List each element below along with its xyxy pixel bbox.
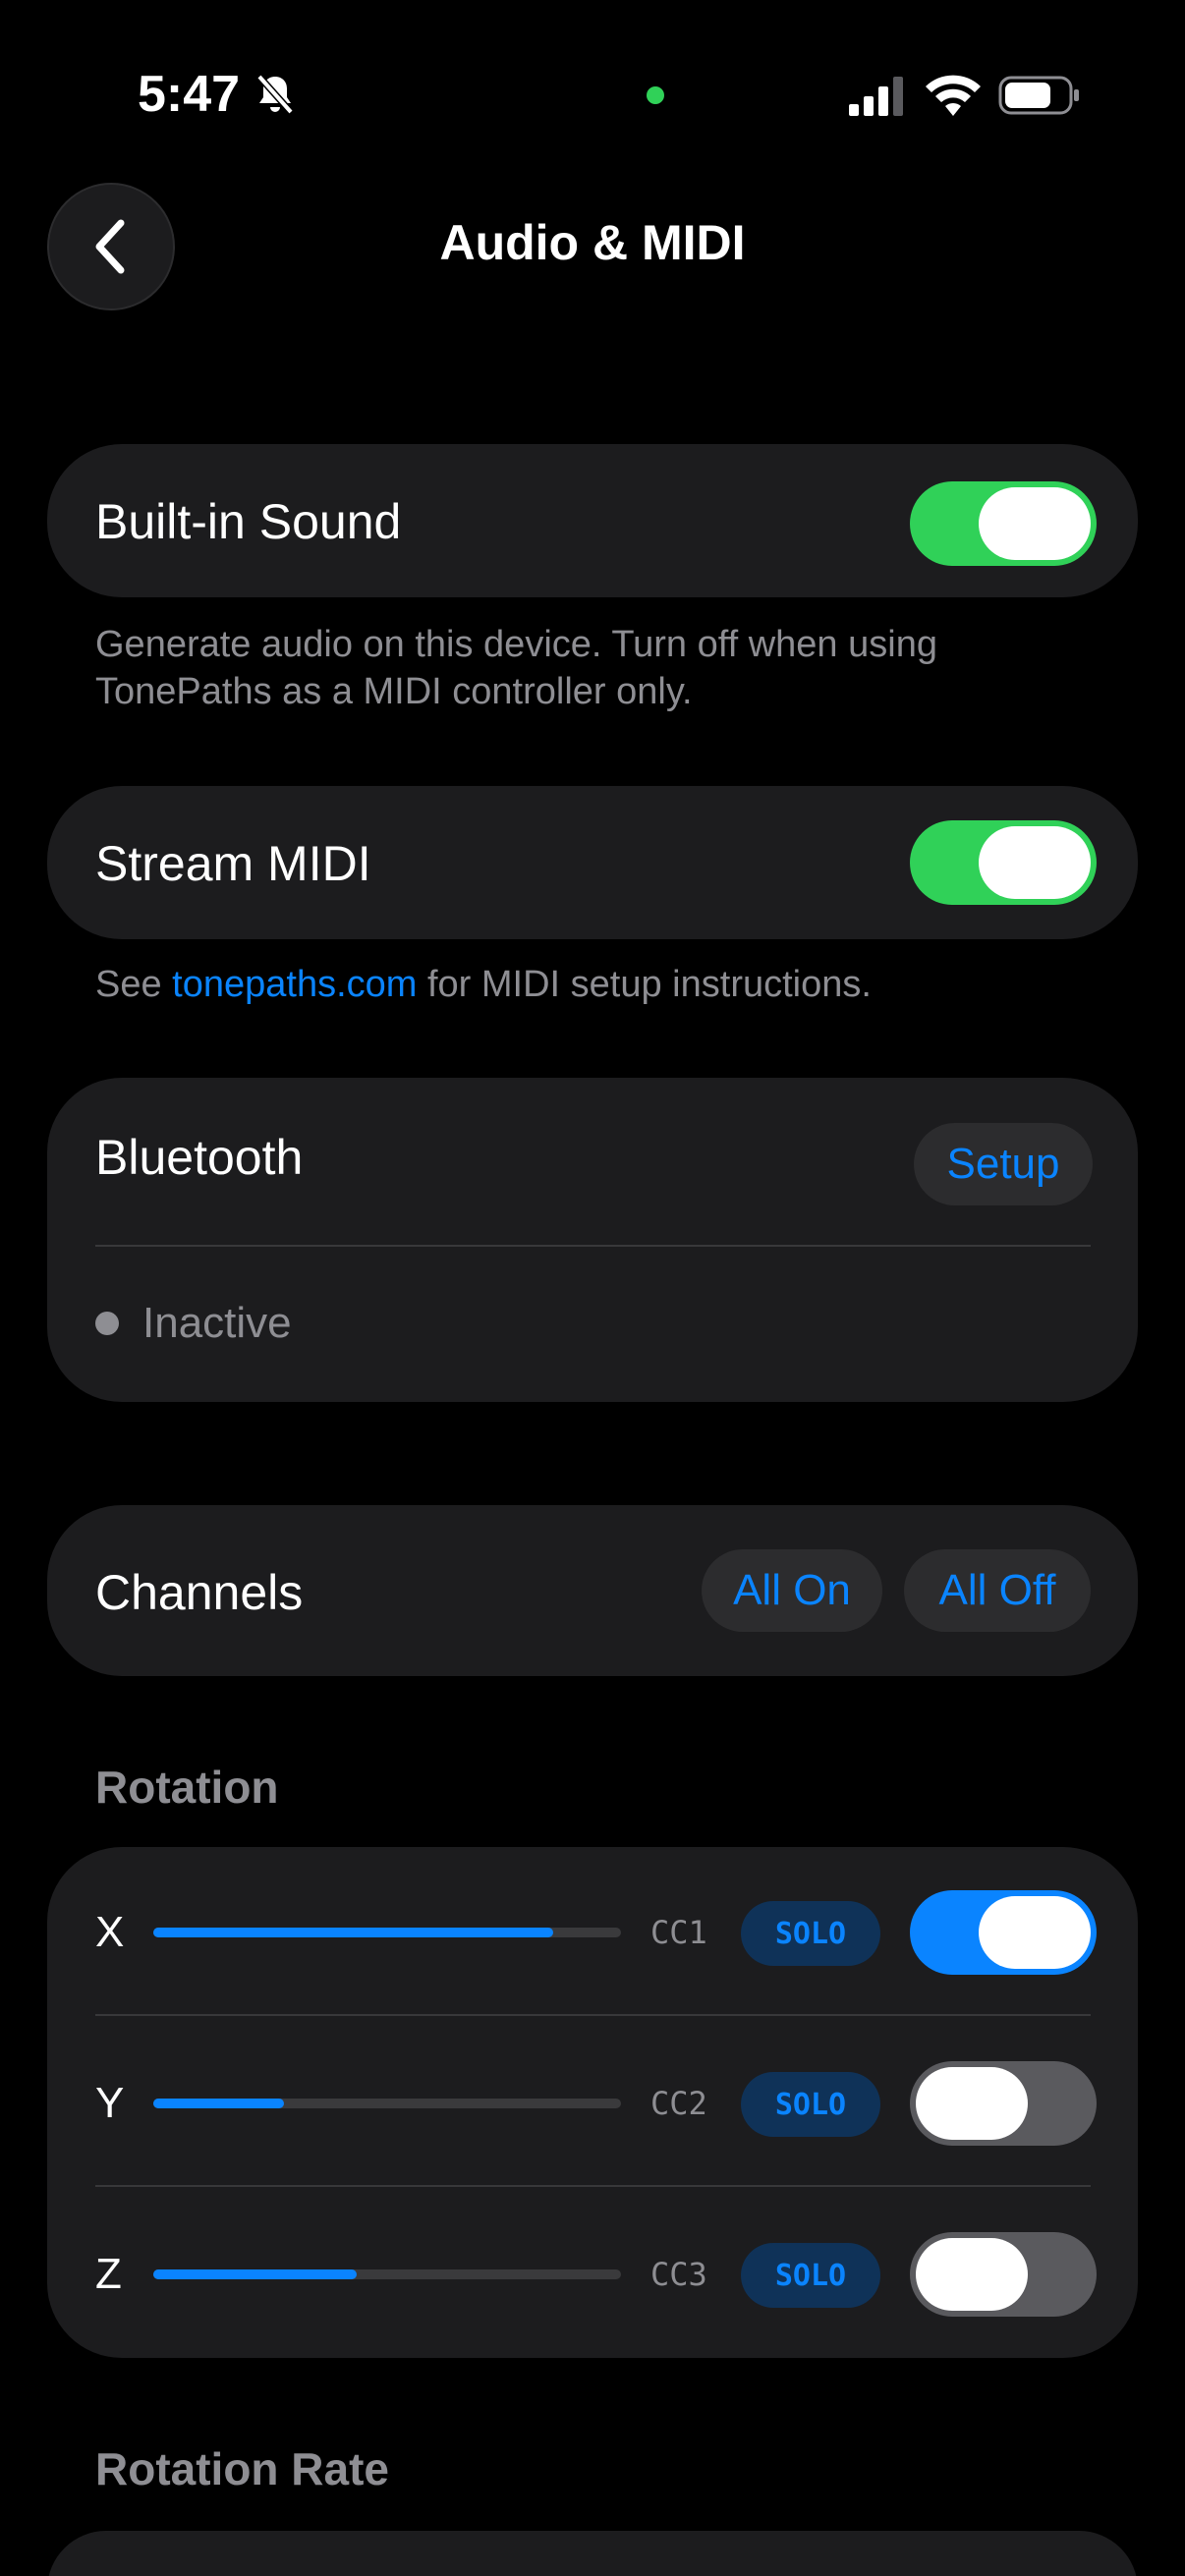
rotation-card: X CC1 SOLO Y CC2 SOLO Z CC3 SOLO [47,1847,1138,2358]
built-in-sound-card: Built-in Sound [47,444,1138,597]
all-on-button[interactable]: All On [702,1549,882,1632]
rotation-axis-label: X [95,1908,125,1956]
status-time: 5:47 [138,66,241,123]
cc-label: CC1 [650,1914,707,1951]
built-in-sound-label: Built-in Sound [95,494,402,549]
row-divider [95,2185,1091,2187]
rotation-x-slider[interactable] [153,1928,621,1937]
bluetooth-status: Inactive [142,1299,292,1347]
rotation-rate-card [47,2531,1138,2576]
slider-fill [153,2269,358,2279]
channels-label: Channels [95,1565,304,1620]
bluetooth-divider [95,1245,1091,1247]
stream-midi-footnote: See tonepaths.com for MIDI setup instruc… [95,964,872,1005]
rotation-rate-header: Rotation Rate [95,2443,389,2494]
stream-midi-toggle[interactable] [910,820,1097,905]
bluetooth-card: Bluetooth Setup Inactive [47,1078,1138,1402]
channels-card: Channels All On All Off [47,1505,1138,1676]
tonepaths-link[interactable]: tonepaths.com [172,964,417,1005]
built-in-sound-toggle[interactable] [910,481,1097,566]
camera-indicator-dot [647,86,664,104]
rotation-axis-label: Y [95,2079,125,2127]
wifi-icon [926,75,981,116]
cc-label: CC2 [650,2085,707,2122]
rotation-header: Rotation [95,1762,279,1813]
slider-fill [153,1928,553,1937]
built-in-sound-footnote: Generate audio on this device. Turn off … [95,624,937,712]
page-title: Audio & MIDI [439,215,746,270]
cellular-signal-icon [849,77,903,116]
cc-label: CC3 [650,2256,707,2293]
rotation-z-toggle[interactable] [910,2232,1097,2317]
rotation-axis-label: Z [95,2250,122,2298]
bluetooth-setup-button[interactable]: Setup [914,1123,1093,1205]
all-off-button[interactable]: All Off [904,1549,1091,1632]
battery-icon [998,76,1079,115]
bell-slash-icon [256,74,294,115]
solo-button-y[interactable]: SOLO [741,2072,880,2137]
rotation-x-toggle[interactable] [910,1890,1097,1975]
bluetooth-label: Bluetooth [95,1130,304,1185]
stream-midi-card: Stream MIDI [47,786,1138,939]
solo-button-x[interactable]: SOLO [741,1901,880,1966]
rotation-y-toggle[interactable] [910,2061,1097,2146]
rotation-y-slider[interactable] [153,2099,621,2108]
rotation-z-slider[interactable] [153,2269,621,2279]
bluetooth-status-dot [95,1312,119,1335]
slider-fill [153,2099,285,2108]
status-bar: 5:47 [0,0,1185,187]
stream-midi-label: Stream MIDI [95,836,371,891]
solo-button-z[interactable]: SOLO [741,2243,880,2308]
row-divider [95,2014,1091,2016]
